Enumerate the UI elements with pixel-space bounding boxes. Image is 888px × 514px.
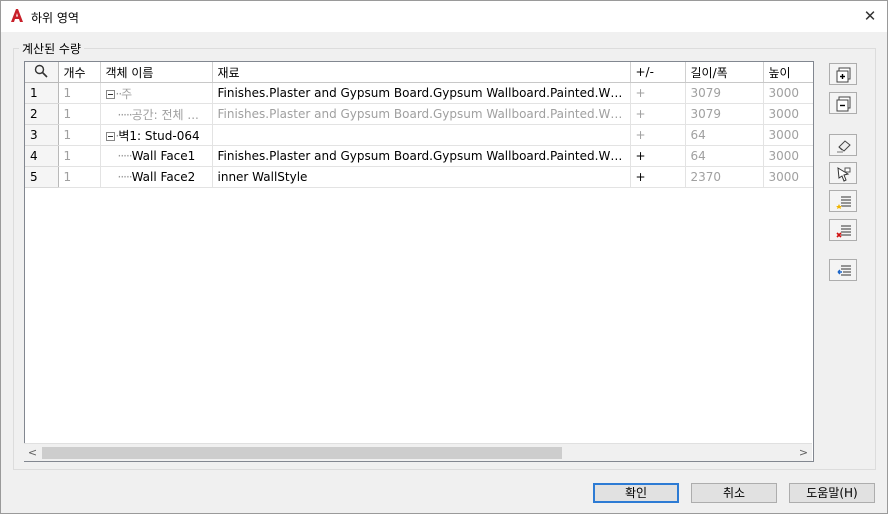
table-row[interactable]: 4 1 ·····Wall Face1 Finishes.Plaster and… xyxy=(25,145,813,167)
close-icon[interactable]: ✕ xyxy=(857,4,883,28)
object-name-label: Wall Face2 xyxy=(131,170,196,184)
quantity-grid[interactable]: 개수 객체 이름 재료 +/- 길이/폭 높이 1 1 ··주 Finishes… xyxy=(24,61,814,462)
header-row: 개수 객체 이름 재료 +/- 길이/폭 높이 xyxy=(25,62,813,83)
object-name-label: 주 xyxy=(121,86,133,101)
window-title: 하위 영역 xyxy=(31,11,79,25)
add-icon xyxy=(836,67,851,83)
cell-plus-minus[interactable]: + xyxy=(630,82,686,104)
cell-height[interactable]: 3000 xyxy=(763,166,813,188)
cell-material[interactable]: Finishes.Plaster and Gypsum Board.Gypsum… xyxy=(212,82,631,104)
cell-height[interactable]: 3000 xyxy=(763,82,813,104)
add-list-icon xyxy=(836,196,851,209)
object-name-label: 벽1: Stud-064 xyxy=(118,128,200,143)
autocad-logo-icon xyxy=(11,9,23,22)
table-row[interactable]: 2 1 ·····공간: 전체 ... Finishes.Plaster and… xyxy=(25,103,813,125)
delete-list-button[interactable] xyxy=(829,219,857,241)
add-list-button[interactable] xyxy=(829,190,857,212)
row-number[interactable]: 2 xyxy=(25,103,59,125)
cell-count[interactable]: 1 xyxy=(58,145,101,167)
cell-height[interactable]: 3000 xyxy=(763,103,813,125)
cell-height[interactable]: 3000 xyxy=(763,145,813,167)
object-name-label: 공간: 전체 ... xyxy=(131,107,199,122)
dialog-window: 하위 영역 ✕ 계산된 수량 개수 객체 이름 재료 +/- 길이/폭 높이 1… xyxy=(0,0,888,514)
column-header-object-name[interactable]: 객체 이름 xyxy=(100,62,213,83)
import-list-button[interactable] xyxy=(829,259,857,281)
collapse-icon[interactable] xyxy=(105,89,115,99)
object-name-label: Wall Face1 xyxy=(131,149,196,163)
scroll-thumb[interactable] xyxy=(42,447,562,459)
cell-count[interactable]: 1 xyxy=(58,124,101,146)
group-label: 계산된 수량 xyxy=(19,40,85,57)
delete-list-icon xyxy=(836,225,851,238)
column-header-plus-minus[interactable]: +/- xyxy=(630,62,686,83)
cell-length[interactable]: 2370 xyxy=(685,166,764,188)
pick-button[interactable] xyxy=(829,162,857,184)
collapse-icon[interactable] xyxy=(105,131,115,141)
title-bar: 하위 영역 ✕ xyxy=(1,1,887,32)
row-number[interactable]: 3 xyxy=(25,124,59,146)
cell-object-name[interactable]: ·벽1: Stud-064 xyxy=(100,124,213,146)
row-number[interactable]: 4 xyxy=(25,145,59,167)
select-eraser-button[interactable] xyxy=(829,134,857,156)
column-header-count[interactable]: 개수 xyxy=(58,62,101,83)
cell-height[interactable]: 3000 xyxy=(763,124,813,146)
cell-object-name[interactable]: ·····Wall Face2 xyxy=(100,166,213,188)
cell-count[interactable]: 1 xyxy=(58,82,101,104)
column-header-height[interactable]: 높이 xyxy=(763,62,813,83)
horizontal-scrollbar[interactable]: < > xyxy=(24,443,812,461)
cancel-button[interactable]: 취소 xyxy=(691,483,777,503)
scroll-right-icon[interactable]: > xyxy=(795,444,812,461)
cell-length[interactable]: 64 xyxy=(685,145,764,167)
cell-plus-minus[interactable]: + xyxy=(630,166,686,188)
import-list-icon xyxy=(837,265,851,276)
cell-material[interactable] xyxy=(212,124,631,146)
cell-material[interactable]: Finishes.Plaster and Gypsum Board.Gypsum… xyxy=(212,103,631,125)
scroll-left-icon[interactable]: < xyxy=(24,444,41,461)
row-number[interactable]: 5 xyxy=(25,166,59,188)
table-row[interactable]: 3 1 ·벽1: Stud-064 + 64 3000 xyxy=(25,124,813,146)
row-number[interactable]: 1 xyxy=(25,82,59,104)
cell-object-name[interactable]: ··주 xyxy=(100,82,213,104)
column-header-length-width[interactable]: 길이/폭 xyxy=(685,62,764,83)
remove-icon xyxy=(836,96,851,112)
quantity-table: 개수 객체 이름 재료 +/- 길이/폭 높이 1 1 ··주 Finishes… xyxy=(25,62,813,188)
cell-object-name[interactable]: ·····Wall Face1 xyxy=(100,145,213,167)
select-eraser-icon xyxy=(837,140,851,153)
column-header-material[interactable]: 재료 xyxy=(212,62,631,83)
help-button[interactable]: 도움말(H) xyxy=(789,483,875,503)
pick-icon xyxy=(837,167,851,182)
cell-material[interactable]: inner WallStyle xyxy=(212,166,631,188)
column-search-icon[interactable] xyxy=(25,62,59,83)
cell-count[interactable]: 1 xyxy=(58,103,101,125)
table-row[interactable]: 5 1 ·····Wall Face2 inner WallStyle + 23… xyxy=(25,166,813,188)
add-button[interactable] xyxy=(829,63,857,85)
cell-length[interactable]: 3079 xyxy=(685,82,764,104)
cell-plus-minus[interactable]: + xyxy=(630,124,686,146)
ok-button[interactable]: 확인 xyxy=(593,483,679,503)
cell-count[interactable]: 1 xyxy=(58,166,101,188)
cell-object-name[interactable]: ·····공간: 전체 ... xyxy=(100,103,213,125)
remove-button[interactable] xyxy=(829,92,857,114)
cell-length[interactable]: 64 xyxy=(685,124,764,146)
cell-material[interactable]: Finishes.Plaster and Gypsum Board.Gypsum… xyxy=(212,145,631,167)
table-row[interactable]: 1 1 ··주 Finishes.Plaster and Gypsum Boar… xyxy=(25,82,813,104)
cell-plus-minus[interactable]: + xyxy=(630,103,686,125)
cell-plus-minus[interactable]: + xyxy=(630,145,686,167)
cell-length[interactable]: 3079 xyxy=(685,103,764,125)
